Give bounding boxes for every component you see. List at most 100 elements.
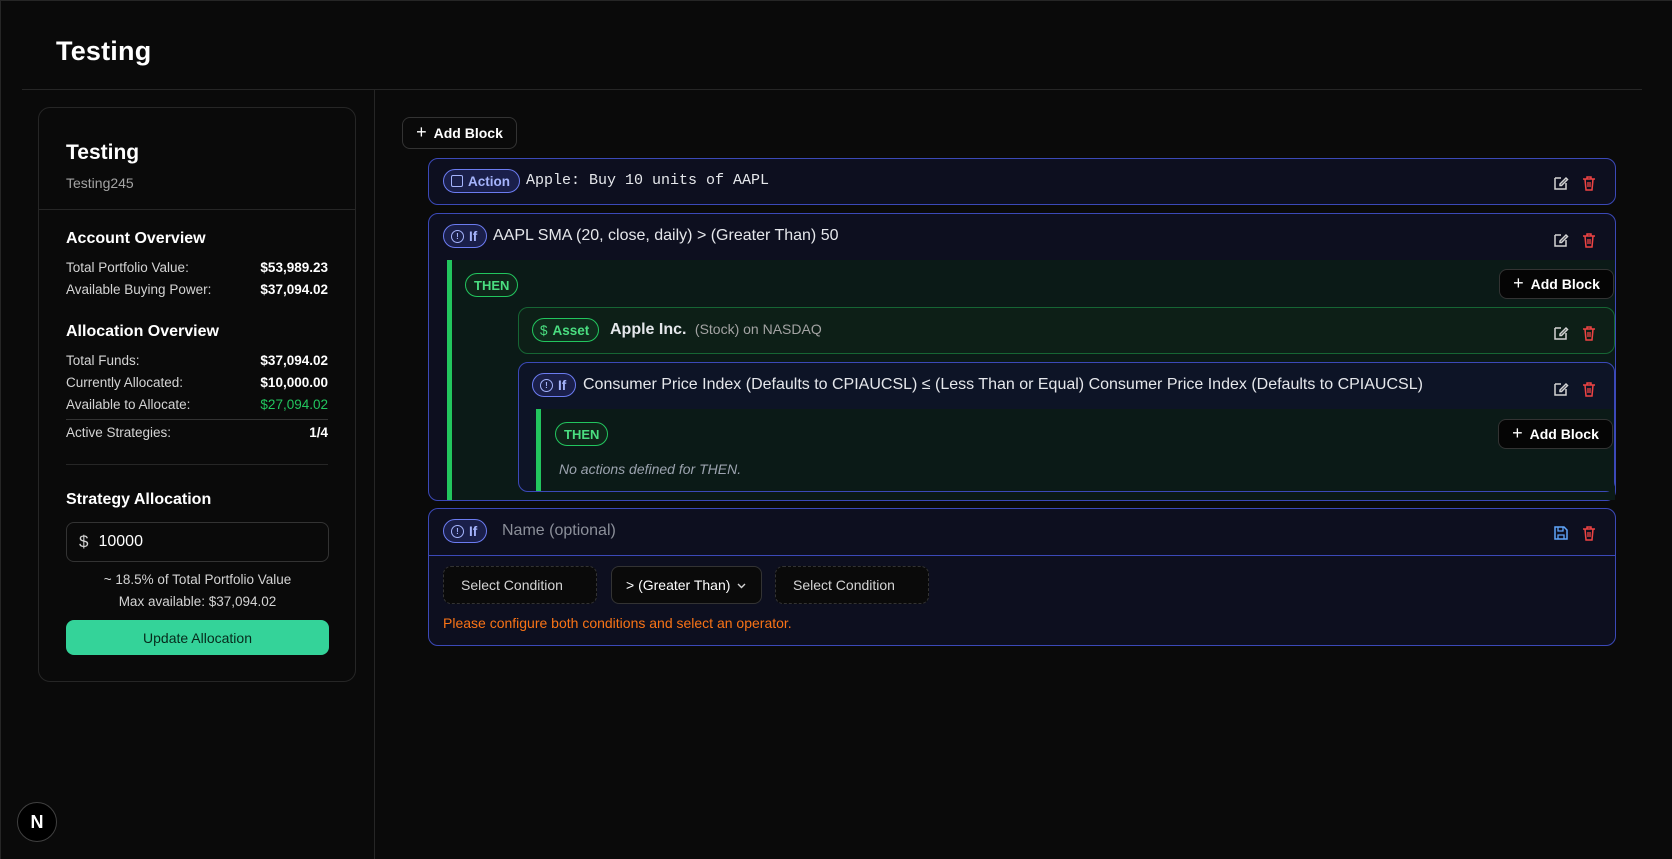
- allocation-overview-title: Allocation Overview: [66, 323, 219, 340]
- kv-label: Total Portfolio Value:: [66, 260, 189, 275]
- strategy-allocation-title: Strategy Allocation: [66, 491, 212, 508]
- nested-if-condition-text: Consumer Price Index (Defaults to CPIAUC…: [583, 376, 1423, 393]
- operator-select[interactable]: > (Greater Than): [611, 566, 762, 604]
- action-badge-label: Action: [468, 173, 510, 189]
- add-block-then-button[interactable]: + Add Block: [1498, 419, 1613, 449]
- plus-icon: +: [416, 122, 427, 142]
- info-icon: !: [451, 229, 464, 243]
- asset-badge-label: Asset: [552, 322, 590, 338]
- info-icon: !: [540, 378, 553, 392]
- plus-icon: +: [1512, 423, 1523, 443]
- delete-icon[interactable]: [1580, 380, 1598, 398]
- asset-block[interactable]: $ Asset Apple Inc. (Stock) on NASDAQ: [518, 307, 1615, 354]
- block-name-input[interactable]: Name (optional): [502, 522, 616, 540]
- section-divider: [66, 464, 328, 465]
- nested-if-block[interactable]: ! If Consumer Price Index (Defaults to C…: [518, 362, 1615, 492]
- asset-name: Apple Inc.: [610, 321, 687, 338]
- active-strategies-row: Active Strategies: 1/4: [66, 425, 328, 440]
- next-logo-badge[interactable]: N: [17, 802, 57, 842]
- if-badge: ! If: [532, 373, 577, 397]
- info-icon: !: [451, 524, 464, 538]
- kv-label: Available Buying Power:: [66, 282, 212, 297]
- delete-icon[interactable]: [1580, 524, 1598, 542]
- if-badge: ! If: [443, 519, 488, 543]
- then-badge: THEN: [465, 273, 519, 297]
- kv-value: $10,000.00: [260, 375, 328, 390]
- action-text: Apple: Buy 10 units of AAPL: [526, 172, 770, 189]
- kv-value: $37,094.02: [260, 353, 328, 368]
- kv-label: Currently Allocated:: [66, 375, 184, 390]
- if-block[interactable]: ! If AAPL SMA (20, close, daily) > (Grea…: [428, 213, 1616, 501]
- edit-icon[interactable]: [1552, 380, 1570, 398]
- kv-value: $37,094.02: [260, 282, 328, 297]
- chevron-down-icon: [737, 583, 746, 588]
- kv-value: $27,094.02: [260, 397, 328, 412]
- edit-icon[interactable]: [1552, 231, 1570, 249]
- if-condition-text: AAPL SMA (20, close, daily) > (Greater T…: [493, 227, 839, 244]
- then-bar: [447, 260, 452, 500]
- left-condition-select[interactable]: Select Condition: [443, 566, 597, 604]
- if-badge: ! If: [443, 224, 488, 248]
- right-condition-select[interactable]: Select Condition: [775, 566, 929, 604]
- total-funds-row: Total Funds: $37,094.02: [66, 353, 328, 368]
- if-block-controls: [1552, 231, 1598, 249]
- no-actions-note: No actions defined for THEN.: [559, 461, 742, 477]
- nested-then-area: [536, 409, 1614, 491]
- dollar-icon: $: [540, 322, 548, 338]
- then-badge: THEN: [555, 422, 609, 446]
- overview-divider: [66, 419, 328, 420]
- new-if-controls: [1552, 524, 1598, 542]
- add-block-label: Add Block: [1529, 426, 1599, 442]
- delete-icon[interactable]: [1580, 231, 1598, 249]
- delete-icon[interactable]: [1580, 324, 1598, 342]
- action-block[interactable]: Action Apple: Buy 10 units of AAPL: [428, 158, 1616, 205]
- allocation-input[interactable]: $ 10000: [66, 522, 329, 562]
- total-portfolio-value-row: Total Portfolio Value: $53,989.23: [66, 260, 328, 275]
- allocation-input-value[interactable]: 10000: [98, 533, 143, 551]
- asset-text: Apple Inc. (Stock) on NASDAQ: [610, 321, 822, 339]
- kv-value: $53,989.23: [260, 260, 328, 275]
- kv-label: Available to Allocate:: [66, 397, 191, 412]
- page-title: Testing: [56, 36, 152, 66]
- action-block-controls: [1552, 174, 1598, 192]
- dollar-icon: $: [79, 532, 89, 551]
- kv-label: Total Funds:: [66, 353, 140, 368]
- save-icon[interactable]: [1552, 524, 1570, 542]
- sidebar-divider: [374, 90, 375, 859]
- available-to-allocate-row: Available to Allocate: $27,094.02: [66, 397, 328, 412]
- operator-value: > (Greater Than): [626, 577, 731, 593]
- asset-badge: $ Asset: [532, 318, 600, 342]
- action-icon: [451, 175, 463, 187]
- allocation-max-note: Max available: $37,094.02: [118, 594, 277, 609]
- currently-allocated-row: Currently Allocated: $10,000.00: [66, 375, 328, 390]
- if-badge-label: If: [469, 523, 478, 539]
- plus-icon: +: [1513, 273, 1524, 293]
- header-divider: [22, 89, 1642, 90]
- nested-if-controls: [1552, 380, 1598, 398]
- allocation-percent-note: ~ 18.5% of Total Portfolio Value: [103, 572, 292, 587]
- asset-block-controls: [1552, 324, 1598, 342]
- action-badge: Action: [443, 169, 520, 193]
- strategy-card: Testing Testing245 Account Overview Tota…: [38, 107, 356, 682]
- add-block-button[interactable]: + Add Block: [402, 117, 517, 149]
- if-badge-label: If: [469, 228, 478, 244]
- add-block-label: Add Block: [433, 125, 503, 141]
- buying-power-row: Available Buying Power: $37,094.02: [66, 282, 328, 297]
- edit-icon[interactable]: [1552, 324, 1570, 342]
- then-bar: [536, 409, 541, 491]
- card-divider: [39, 209, 355, 210]
- edit-icon[interactable]: [1552, 174, 1570, 192]
- update-allocation-button[interactable]: Update Allocation: [66, 620, 329, 655]
- if-badge-label: If: [558, 377, 567, 393]
- delete-icon[interactable]: [1580, 174, 1598, 192]
- asset-detail: (Stock) on NASDAQ: [694, 321, 822, 337]
- new-if-block[interactable]: ! If Name (optional) Select Condition > …: [428, 508, 1616, 646]
- strategy-name: Testing: [66, 141, 140, 164]
- kv-value: 1/4: [309, 425, 328, 440]
- config-error: Please configure both conditions and sel…: [443, 615, 792, 631]
- add-block-label: Add Block: [1530, 276, 1600, 292]
- config-divider: [429, 555, 1615, 556]
- account-overview-title: Account Overview: [66, 230, 206, 247]
- add-block-then-button[interactable]: + Add Block: [1499, 269, 1614, 299]
- strategy-id: Testing245: [66, 175, 134, 191]
